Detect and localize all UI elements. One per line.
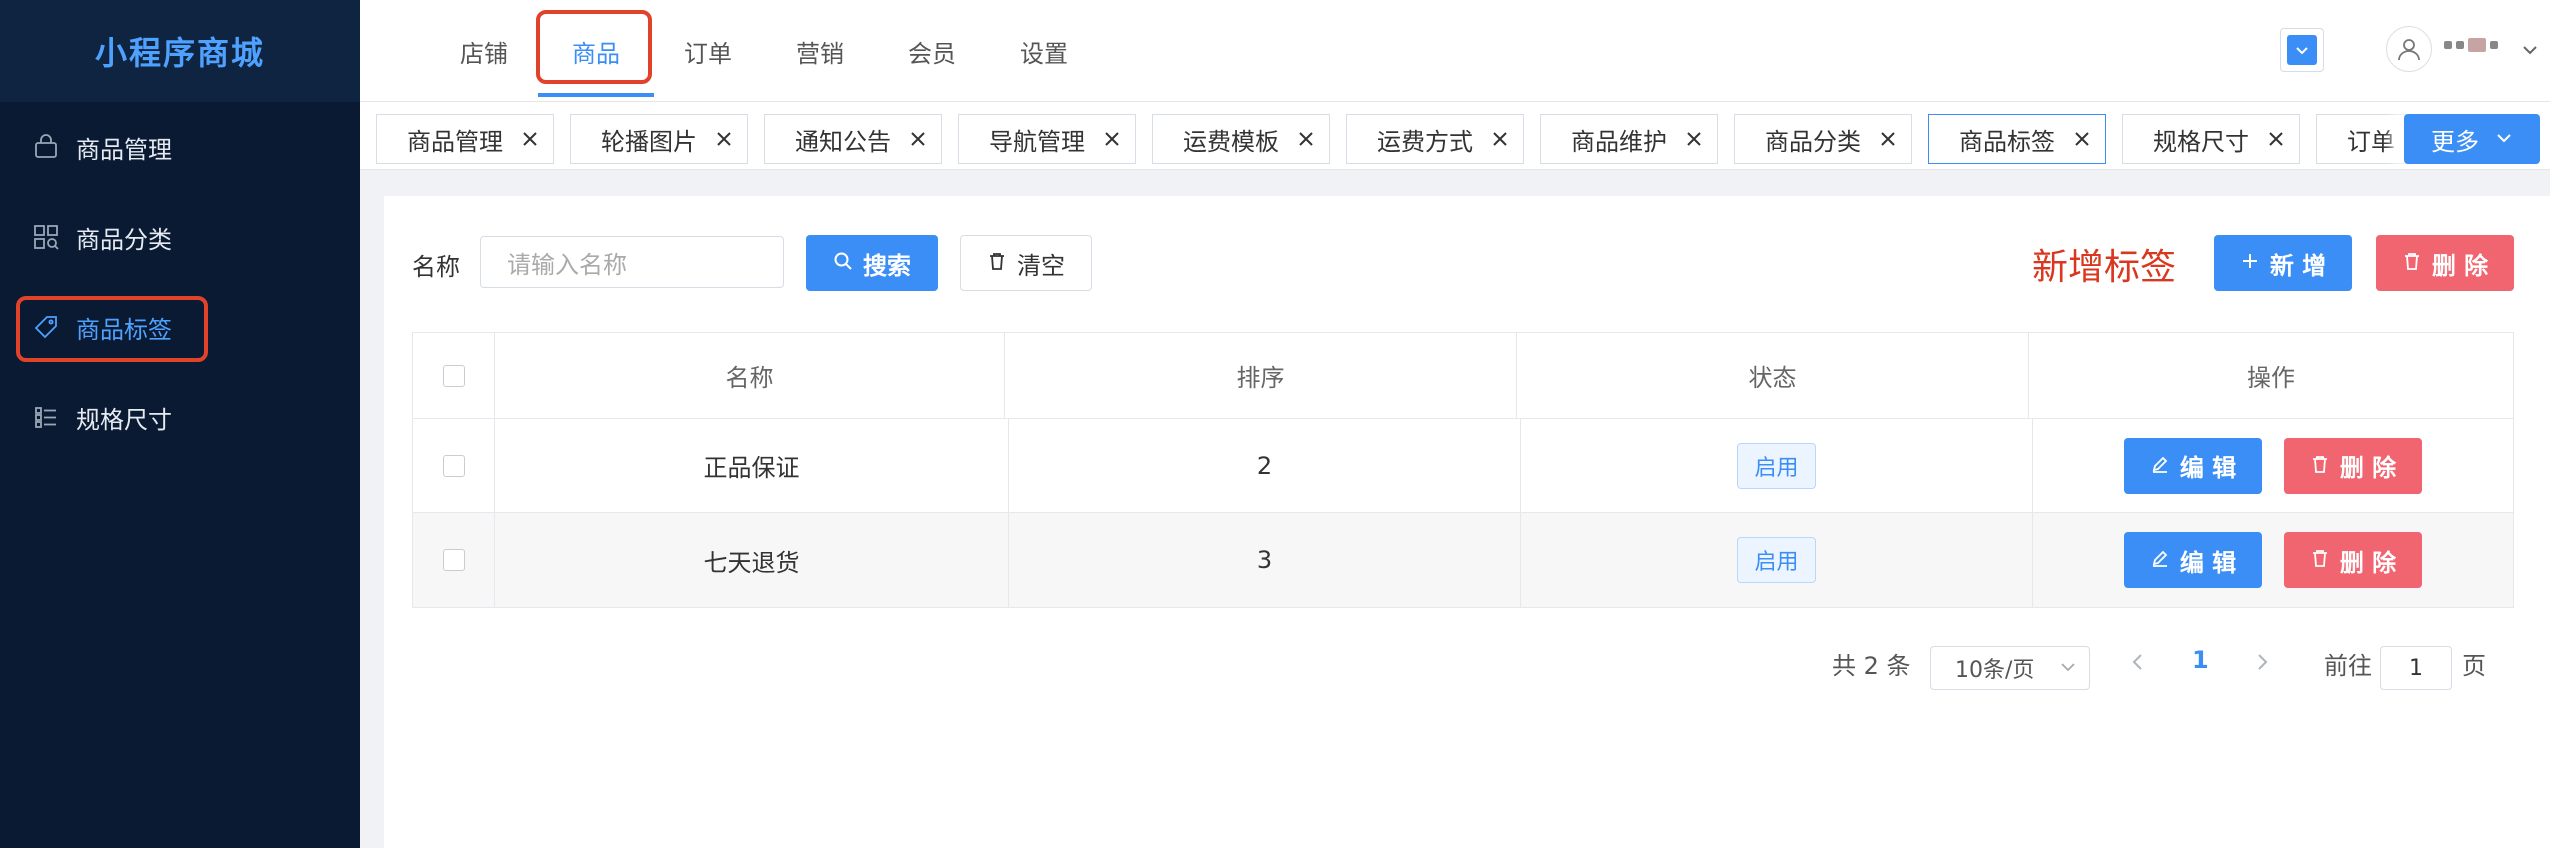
tag-icon (32, 313, 60, 341)
tab-navigation[interactable]: 导航管理 (958, 114, 1136, 164)
sidebar-item-label: 商品管理 (76, 135, 172, 164)
more-tabs-button[interactable]: 更多 (2404, 114, 2540, 164)
search-input[interactable]: 请输入名称 (480, 236, 784, 288)
trash-icon (987, 249, 1007, 277)
status-badge: 启用 (1737, 537, 1816, 583)
tabs-bar: 商品管理 轮播图片 通知公告 导航管理 运费模板 运费方式 商品维护 商品分类 … (360, 102, 2550, 170)
tab-product-maintenance[interactable]: 商品维护 (1540, 114, 1718, 164)
shopping-bag-icon (32, 133, 60, 161)
list-icon (32, 403, 60, 431)
nav-store[interactable]: 店铺 (460, 0, 508, 102)
cell-name: 正品保证 (495, 419, 1009, 512)
sidebar: 小程序商城 商品管理 商品分类 商品标签 规格尺寸 (0, 0, 360, 848)
top-dropdown-button[interactable] (2280, 28, 2324, 72)
chevron-right-icon[interactable] (2252, 652, 2272, 676)
bulk-delete-button[interactable]: 删 除 (2376, 235, 2514, 291)
delete-button[interactable]: 删 除 (2284, 532, 2422, 588)
top-navigation: 店铺 商品 订单 营销 会员 设置 (360, 0, 2550, 102)
user-icon[interactable] (2386, 26, 2432, 72)
clear-button[interactable]: 清空 (960, 235, 1092, 291)
annotation-add-tag: 新增标签 (2032, 247, 2177, 288)
tag-table: 名称 排序 状态 操作 正品保证 2 启用 编 辑 删 除 七天退货 3 启用 (412, 332, 2514, 608)
cell-sort: 3 (1009, 513, 1521, 607)
select-all-checkbox[interactable] (442, 364, 465, 387)
row-checkbox[interactable] (442, 454, 465, 477)
edit-icon (2150, 452, 2170, 480)
close-icon[interactable] (1491, 130, 1509, 148)
sidebar-item-label: 商品标签 (76, 315, 172, 344)
tab-notice[interactable]: 通知公告 (764, 114, 942, 164)
nav-marketing[interactable]: 营销 (796, 0, 844, 102)
tab-order[interactable]: 订单 (2316, 114, 2410, 164)
search-icon (833, 249, 853, 277)
app-logo[interactable]: 小程序商城 (0, 0, 360, 102)
nav-product[interactable]: 商品 (572, 0, 620, 102)
edit-icon (2150, 546, 2170, 574)
sidebar-item-label: 规格尺寸 (76, 405, 172, 434)
user-name-blurred[interactable] (2444, 38, 2498, 52)
chevron-left-icon[interactable] (2128, 652, 2148, 676)
table-row: 七天退货 3 启用 编 辑 删 除 (413, 513, 2513, 607)
close-icon[interactable] (1685, 130, 1703, 148)
plus-icon (2240, 249, 2260, 277)
goto-label: 前往 (2324, 652, 2372, 680)
select-all-cell (413, 333, 495, 418)
trash-icon (2310, 452, 2330, 480)
page-size-select[interactable]: 10条/页 (1930, 646, 2090, 690)
tab-shipping-template[interactable]: 运费模板 (1152, 114, 1330, 164)
page-number-current[interactable]: 1 (2192, 646, 2209, 674)
edit-button[interactable]: 编 辑 (2124, 532, 2262, 588)
sidebar-item-product-management[interactable]: 商品管理 (0, 102, 360, 192)
search-button[interactable]: 搜索 (806, 235, 938, 291)
status-badge: 启用 (1737, 442, 1816, 489)
pagination-total: 共 2 条 (1832, 652, 1911, 680)
category-grid-icon (32, 223, 60, 251)
tab-shipping-method[interactable]: 运费方式 (1346, 114, 1524, 164)
nav-settings[interactable]: 设置 (1020, 0, 1068, 102)
tab-product-category[interactable]: 商品分类 (1734, 114, 1912, 164)
column-header-name[interactable]: 名称 (495, 333, 1005, 418)
column-header-actions: 操作 (2247, 364, 2295, 392)
table-row: 正品保证 2 启用 编 辑 删 除 (413, 419, 2513, 513)
close-icon[interactable] (909, 130, 927, 148)
tab-spec-size[interactable]: 规格尺寸 (2122, 114, 2300, 164)
close-icon[interactable] (521, 130, 539, 148)
chevron-down-icon (2059, 657, 2077, 682)
nav-member[interactable]: 会员 (908, 0, 956, 102)
delete-button[interactable]: 删 除 (2284, 437, 2422, 494)
close-icon[interactable] (1297, 130, 1315, 148)
chevron-down-icon (2287, 35, 2317, 65)
goto-page-input[interactable]: 1 (2380, 646, 2452, 690)
sidebar-item-spec-size[interactable]: 规格尺寸 (0, 372, 360, 462)
sidebar-item-product-tag[interactable]: 商品标签 (0, 282, 360, 372)
tab-product-tag[interactable]: 商品标签 (1928, 114, 2106, 164)
close-icon[interactable] (2073, 130, 2091, 148)
page-suffix-label: 页 (2462, 652, 2486, 680)
close-icon[interactable] (1879, 130, 1897, 148)
filter-name-label: 名称 (412, 253, 460, 281)
tab-product-management[interactable]: 商品管理 (376, 114, 554, 164)
sidebar-item-label: 商品分类 (76, 225, 172, 254)
close-icon[interactable] (2267, 130, 2285, 148)
nav-order[interactable]: 订单 (684, 0, 732, 102)
trash-icon (2310, 546, 2330, 574)
row-checkbox[interactable] (442, 549, 465, 571)
chevron-down-icon (2495, 125, 2513, 153)
close-icon[interactable] (715, 130, 733, 148)
tab-carousel-images[interactable]: 轮播图片 (570, 114, 748, 164)
close-icon[interactable] (1103, 130, 1121, 148)
column-header-status: 状态 (1517, 333, 2029, 418)
nav-active-underline (538, 93, 654, 97)
trash-icon (2402, 249, 2422, 277)
add-button[interactable]: 新 增 (2214, 235, 2352, 291)
cell-sort: 2 (1009, 419, 1521, 512)
table-header: 名称 排序 状态 操作 (413, 333, 2513, 419)
sidebar-item-product-category[interactable]: 商品分类 (0, 192, 360, 282)
cell-name: 七天退货 (495, 513, 1009, 607)
column-header-sort[interactable]: 排序 (1005, 333, 1517, 418)
edit-button[interactable]: 编 辑 (2124, 437, 2262, 494)
chevron-down-icon[interactable] (2520, 40, 2540, 64)
